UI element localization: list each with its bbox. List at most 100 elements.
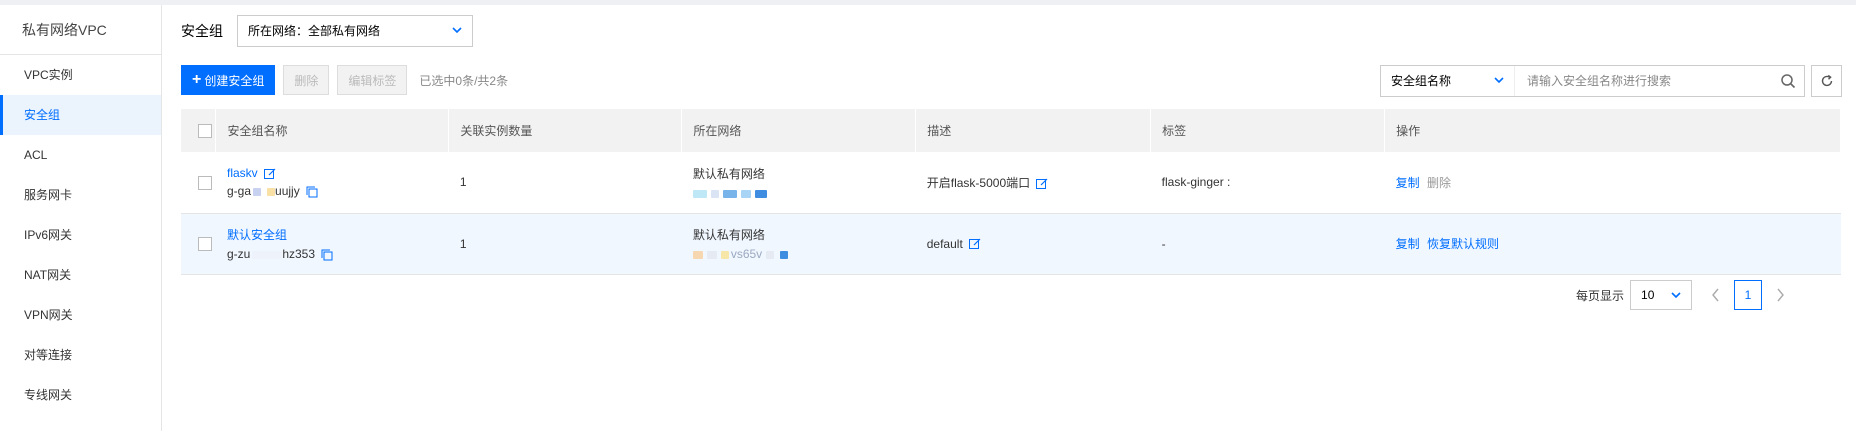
network-cell: 默认私有网络 vs65v: [682, 213, 916, 274]
sidebar-item-vpn-gateway[interactable]: VPN网关: [0, 295, 161, 335]
search-icon[interactable]: [1772, 66, 1804, 96]
sidebar-item-direct-connect[interactable]: 专线网关: [0, 375, 161, 415]
toolbar: + 创建安全组 删除 编辑标签 已选中0条/共2条: [181, 65, 508, 95]
network-id-fragment: vs65v: [730, 247, 763, 261]
network-cell: 默认私有网络: [682, 152, 916, 213]
page-size-value: 10: [1641, 288, 1655, 302]
redacted-mark: [706, 250, 717, 259]
selection-count: 已选中0条/共2条: [419, 73, 509, 88]
row-select-cell: [181, 152, 216, 213]
row-select-cell: [181, 213, 216, 274]
restore-default-rules-link[interactable]: 恢复默认规则: [1427, 237, 1499, 251]
sidebar-item-service-nic[interactable]: 服务网卡: [0, 175, 161, 215]
instance-count-cell: 1: [459, 236, 467, 251]
chevron-down-icon: [1494, 77, 1504, 84]
refresh-icon: [1821, 74, 1832, 87]
edit-tags-button[interactable]: 编辑标签: [337, 65, 408, 95]
chevron-down-icon: [1671, 292, 1681, 299]
table-row: flaskv g-ga uujjy 1 默认私有网络 开启flask-5000端…: [181, 152, 1841, 213]
network-select[interactable]: 所在网络：全部私有网络: [237, 15, 473, 47]
security-group-name-link[interactable]: flaskv: [227, 166, 258, 180]
column-header-description: 描述: [915, 109, 1152, 152]
description-text: 开启flask-5000端口: [926, 175, 1031, 190]
security-group-id: g-zu: [226, 247, 251, 261]
column-header-tags: 标签: [1150, 109, 1386, 152]
page-size-select[interactable]: 10: [1630, 280, 1693, 310]
tags-cell: flask-ginger :: [1161, 175, 1231, 190]
name-cell: flaskv g-ga uujjy: [216, 152, 449, 213]
security-group-id: g-ga: [226, 184, 252, 199]
sidebar-item-peering[interactable]: 对等连接: [0, 335, 161, 375]
copy-action-link[interactable]: 复制: [1396, 237, 1420, 251]
redacted-mark: [720, 250, 729, 259]
select-all-checkbox[interactable]: [198, 123, 212, 138]
refresh-button[interactable]: [1811, 65, 1842, 97]
table-row: 默认安全组 g-zu hz353 1 默认私有网络 vs65v default: [181, 213, 1841, 274]
redacted-mark: [692, 189, 707, 198]
chevron-down-icon: [452, 27, 462, 34]
page-header: 安全组 所在网络：全部私有网络: [181, 15, 473, 47]
redacted-mark: [252, 250, 283, 259]
edit-icon[interactable]: [1036, 178, 1048, 190]
network-name: 默认私有网络: [692, 228, 765, 242]
column-header-name: 安全组名称: [215, 109, 450, 152]
sidebar-item-nat-gateway[interactable]: NAT网关: [0, 255, 161, 295]
column-header-actions: 操作: [1384, 109, 1841, 152]
redacted-mark: [754, 189, 767, 198]
next-page-button[interactable]: [1770, 280, 1790, 310]
page-number-current[interactable]: 1: [1734, 280, 1763, 310]
page-size-label: 每页显示: [1576, 288, 1625, 303]
security-group-id-suffix: hz353: [282, 247, 316, 261]
copy-action-link[interactable]: 复制: [1396, 176, 1420, 190]
description-text: default: [926, 236, 963, 251]
description-cell: 开启flask-5000端口: [916, 152, 1151, 213]
prev-page-button[interactable]: [1706, 280, 1726, 310]
security-group-name-link[interactable]: 默认安全组: [227, 228, 287, 242]
page-title: 安全组: [181, 23, 223, 39]
top-strip: [0, 0, 1856, 5]
chevron-right-icon: [1777, 288, 1784, 302]
row-checkbox[interactable]: [198, 236, 212, 251]
sidebar-item-vpc[interactable]: VPC实例: [0, 55, 161, 95]
sidebar-item-ipv6-gateway[interactable]: IPv6网关: [0, 215, 161, 255]
pagination: 每页显示 10 1: [1576, 280, 1790, 310]
redacted-mark: [780, 250, 789, 259]
edit-icon[interactable]: [969, 238, 981, 250]
redacted-mark: [692, 250, 703, 259]
sidebar-item-acl[interactable]: ACL: [0, 135, 161, 175]
copy-icon[interactable]: [321, 249, 333, 261]
security-group-table: 安全组名称 关联实例数量 所在网络 描述 标签 操作 flaskv g-ga uu…: [181, 109, 1841, 275]
network-select-value: 所在网络：全部私有网络: [248, 24, 381, 38]
instance-count-cell: 1: [459, 175, 467, 190]
sidebar-item-security-group[interactable]: 安全组: [0, 95, 161, 135]
name-cell: 默认安全组 g-zu hz353: [216, 213, 449, 274]
search-box: 安全组名称: [1380, 65, 1805, 97]
search-field-select[interactable]: 安全组名称: [1381, 66, 1515, 96]
select-all-cell: [181, 109, 217, 152]
tags-cell: -: [1161, 236, 1166, 251]
redacted-mark: [740, 189, 751, 198]
description-cell: default: [916, 213, 1151, 274]
chevron-left-icon: [1712, 288, 1719, 302]
create-security-group-button[interactable]: + 创建安全组: [181, 65, 276, 95]
redacted-mark: [766, 250, 775, 259]
table-header-row: 安全组名称 关联实例数量 所在网络 描述 标签 操作: [181, 109, 1841, 152]
column-header-network: 所在网络: [681, 109, 917, 152]
plus-icon: +: [192, 71, 202, 88]
row-checkbox[interactable]: [198, 175, 212, 190]
actions-cell: 复制 删除: [1385, 152, 1841, 213]
copy-icon[interactable]: [306, 186, 318, 198]
delete-button[interactable]: 删除: [283, 65, 330, 95]
search-input[interactable]: [1515, 66, 1772, 96]
delete-action-link[interactable]: 删除: [1427, 176, 1451, 190]
network-id-redacted: vs65v: [692, 247, 916, 261]
sidebar-title: 私有网络VPC: [0, 5, 161, 55]
redacted-mark: [710, 189, 719, 198]
column-header-instance-count: 关联实例数量: [448, 109, 683, 152]
sidebar: 私有网络VPC VPC实例 安全组 ACL 服务网卡 IPv6网关 NAT网关 …: [0, 5, 162, 431]
redacted-mark: [722, 189, 737, 198]
network-id-redacted: [692, 186, 916, 200]
edit-icon[interactable]: [264, 168, 276, 180]
actions-cell: 复制 恢复默认规则: [1385, 213, 1841, 274]
create-button-label: 创建安全组: [204, 73, 265, 88]
